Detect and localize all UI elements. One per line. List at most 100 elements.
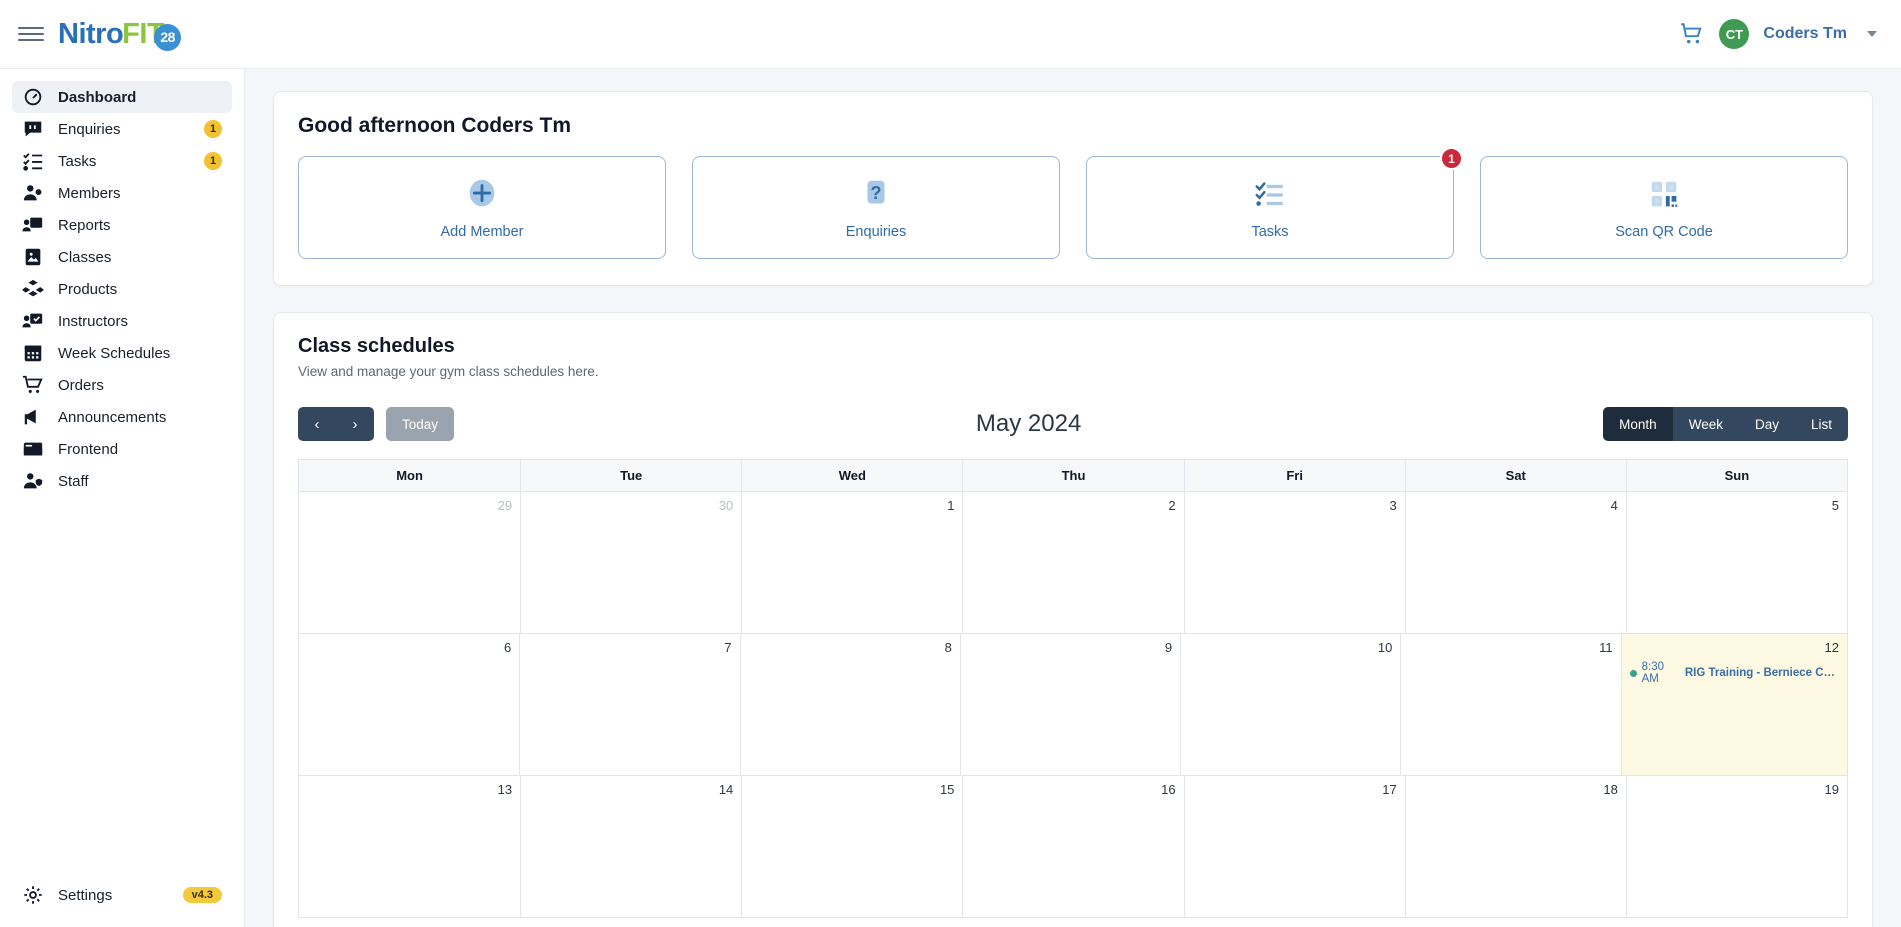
calendar-day-number: 12: [1824, 640, 1839, 655]
sidebar-item-products[interactable]: Products: [12, 273, 232, 305]
calendar-day-number: 7: [724, 640, 732, 655]
weekday-mon: Mon: [396, 468, 423, 483]
calendar-day-cell[interactable]: 15: [741, 776, 962, 917]
hamburger-icon[interactable]: [18, 23, 44, 45]
person-screen-icon: [22, 313, 43, 328]
calendar-day-cell[interactable]: 13: [299, 776, 520, 917]
sidebar-item-instructors[interactable]: Instructors: [12, 305, 232, 337]
person-badge-icon: [23, 185, 42, 201]
page-title: Good afternoon Coders Tm: [298, 114, 571, 137]
enquiries-button[interactable]: ? Enquiries: [692, 156, 1060, 259]
sidebar-item-orders[interactable]: Orders: [12, 369, 232, 401]
sidebar-item-settings[interactable]: Settings v4.3: [12, 879, 232, 911]
event-time: 8:30 AM: [1641, 661, 1664, 685]
calendar-view-list[interactable]: List: [1794, 407, 1848, 441]
sidebar: Dashboard Enquiries 1 Tasks 1 Members Re…: [0, 69, 245, 927]
sidebar-footer: Settings v4.3: [0, 879, 244, 927]
calendar-title: May 2024: [975, 410, 1082, 437]
qr-code-icon: [1651, 181, 1678, 207]
calendar-day-cell[interactable]: 10: [1180, 634, 1400, 775]
sidebar-item-classes[interactable]: Classes: [12, 241, 232, 273]
section-subtitle: View and manage your gym class schedules…: [298, 364, 599, 379]
sidebar-item-members[interactable]: Members: [12, 177, 232, 209]
calendar-day-cell[interactable]: 1: [741, 492, 962, 633]
calendar-day-number: 14: [718, 782, 734, 797]
sidebar-item-tasks[interactable]: Tasks 1: [12, 145, 232, 177]
app-root: Nitro FIT 28 CT Coders Tm Dashboard Enqu…: [0, 0, 1901, 927]
sidebar-item-reports[interactable]: Reports: [12, 209, 232, 241]
calendar-week-row: 6 7 8 9 10 11 12 8:30 AM RIG Training - Berniece…: [299, 633, 1847, 775]
calendar-day-number: 18: [1603, 782, 1618, 797]
sidebar-item-label: Products: [58, 280, 118, 298]
calendar-day-cell[interactable]: 3: [1183, 492, 1405, 633]
sidebar-badge: 1: [204, 152, 222, 170]
sidebar-item-label: Settings: [58, 886, 113, 904]
calendar-day-cell[interactable]: 4: [1404, 492, 1626, 633]
body: Dashboard Enquiries 1 Tasks 1 Members Re…: [0, 69, 1901, 927]
calendar-day-cell[interactable]: 9: [959, 634, 1180, 775]
add-member-button[interactable]: Add Member: [298, 156, 666, 259]
tasks-button[interactable]: 1 Tasks: [1086, 147, 1463, 259]
calendar-day-cell[interactable]: 16: [962, 776, 1183, 917]
calendar-day-number: 11: [1599, 640, 1613, 655]
shopping-cart-icon[interactable]: [1679, 21, 1705, 47]
speedometer-icon: [24, 88, 42, 106]
calendar-view-group: Month Week Day List: [1603, 407, 1848, 441]
calendar-day-number: 13: [497, 782, 513, 797]
calendar-day-cell[interactable]: 7: [519, 634, 739, 775]
sidebar-item-staff[interactable]: Staff: [12, 465, 232, 497]
sidebar-badge: 1: [204, 120, 222, 138]
calendar-view-month[interactable]: Month: [1603, 407, 1673, 441]
sidebar-item-label: Members: [58, 184, 121, 202]
sidebar-item-label: Staff: [58, 472, 89, 490]
presentation-icon: [22, 217, 43, 232]
calendar-day-cell[interactable]: 14: [520, 776, 741, 917]
sidebar-item-announcements[interactable]: Announcements: [12, 401, 232, 433]
calendar-view-day[interactable]: Day: [1738, 407, 1795, 441]
calendar-day-cell[interactable]: 8: [739, 634, 960, 775]
calendar-view-week[interactable]: Week: [1672, 407, 1739, 441]
quick-action-label: Scan QR Code: [1615, 223, 1713, 240]
avatar[interactable]: CT: [1719, 19, 1750, 49]
calendar-day-cell[interactable]: 17: [1183, 776, 1405, 917]
calendar-day-cell[interactable]: 2: [962, 492, 1183, 633]
calendar-day-number: 2: [1168, 498, 1176, 513]
checklist-icon: [23, 153, 43, 171]
user-name[interactable]: Coders Tm: [1763, 25, 1847, 43]
event-dot-icon: [1629, 669, 1637, 677]
class-schedules-card: Class schedules View and manage your gym…: [273, 312, 1873, 927]
calendar-day-number: 30: [718, 498, 734, 513]
logo-badge: 28: [154, 23, 182, 51]
tasks-count-badge: 1: [1440, 147, 1463, 170]
calendar-today-button[interactable]: Today: [386, 407, 455, 441]
sidebar-item-enquiries[interactable]: Enquiries 1: [12, 113, 232, 145]
calendar-toolbar: ‹ › Today May 2024 Month Week Day List: [298, 407, 1848, 441]
calendar-day-cell[interactable]: 30: [520, 492, 741, 633]
calendar-day-cell[interactable]: 6: [299, 634, 519, 775]
chat-bubble-icon: [24, 121, 42, 137]
calendar-day-cell[interactable]: 18: [1404, 776, 1626, 917]
app-logo[interactable]: Nitro FIT 28: [58, 19, 182, 51]
sidebar-item-label: Enquiries: [58, 120, 121, 138]
sidebar-item-week-schedules[interactable]: Week Schedules: [12, 337, 232, 369]
calendar-day-cell[interactable]: 19: [1625, 776, 1847, 917]
sidebar-item-label: Dashboard: [58, 88, 137, 106]
sidebar-item-frontend[interactable]: Frontend: [12, 433, 232, 465]
calendar-prev-button[interactable]: ‹: [298, 407, 336, 441]
weekday-thu: Thu: [962, 460, 1183, 491]
scan-qr-code-button[interactable]: Scan QR Code: [1480, 156, 1848, 259]
calendar-next-button[interactable]: ›: [336, 407, 374, 441]
sidebar-item-label: Orders: [58, 376, 104, 394]
sidebar-nav: Dashboard Enquiries 1 Tasks 1 Members Re…: [0, 81, 244, 497]
calendar-day-cell[interactable]: 11: [1400, 634, 1620, 775]
plus-circle-icon: [469, 179, 495, 206]
event-title: RIG Training - Berniece Cremin: [1684, 667, 1839, 679]
calendar-event[interactable]: 8:30 AM RIG Training - Berniece Cremin: [1629, 661, 1839, 685]
sidebar-item-label: Classes: [58, 248, 112, 266]
calendar-day-cell[interactable]: 12 8:30 AM RIG Training - Berniece Cremin: [1620, 634, 1847, 775]
window-icon: [23, 442, 43, 456]
sidebar-item-dashboard[interactable]: Dashboard: [12, 81, 232, 113]
chevron-down-icon[interactable]: [1867, 31, 1877, 37]
calendar-day-cell[interactable]: 5: [1625, 492, 1847, 633]
calendar-day-cell[interactable]: 29: [299, 492, 520, 633]
